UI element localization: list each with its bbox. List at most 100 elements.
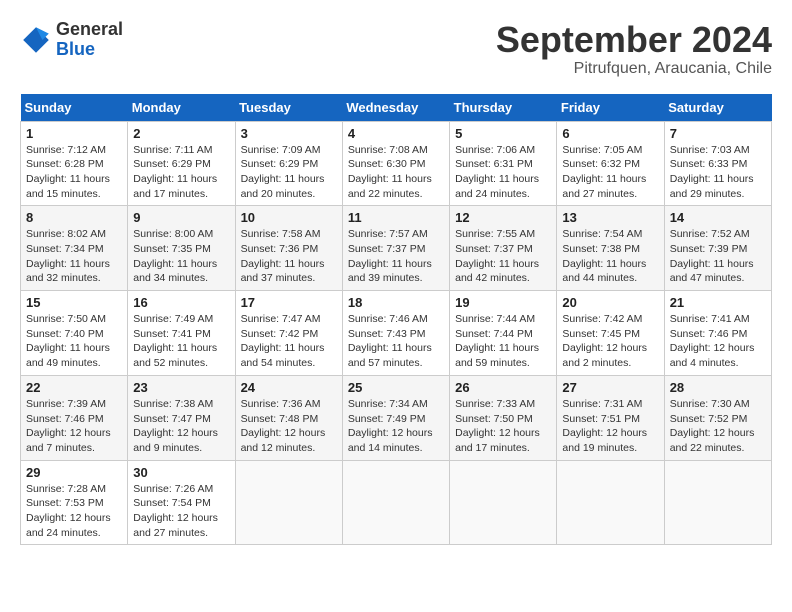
day-info: Sunrise: 7:31 AM Sunset: 7:51 PM Dayligh…	[562, 397, 658, 456]
day-info: Sunrise: 7:38 AM Sunset: 7:47 PM Dayligh…	[133, 397, 229, 456]
title-block: September 2024 Pitrufquen, Araucania, Ch…	[496, 20, 772, 78]
calendar-cell: 26 Sunrise: 7:33 AM Sunset: 7:50 PM Dayl…	[450, 375, 557, 460]
day-info: Sunrise: 7:09 AM Sunset: 6:29 PM Dayligh…	[241, 143, 337, 202]
col-tuesday: Tuesday	[235, 94, 342, 122]
calendar-cell: 14 Sunrise: 7:52 AM Sunset: 7:39 PM Dayl…	[664, 206, 771, 291]
day-number: 30	[133, 465, 229, 480]
day-info: Sunrise: 7:41 AM Sunset: 7:46 PM Dayligh…	[670, 312, 766, 371]
calendar-cell: 19 Sunrise: 7:44 AM Sunset: 7:44 PM Dayl…	[450, 291, 557, 376]
day-number: 27	[562, 380, 658, 395]
day-number: 16	[133, 295, 229, 310]
day-number: 7	[670, 126, 766, 141]
day-info: Sunrise: 7:58 AM Sunset: 7:36 PM Dayligh…	[241, 227, 337, 286]
day-number: 26	[455, 380, 551, 395]
calendar-cell: 10 Sunrise: 7:58 AM Sunset: 7:36 PM Dayl…	[235, 206, 342, 291]
day-number: 14	[670, 210, 766, 225]
calendar-cell: 20 Sunrise: 7:42 AM Sunset: 7:45 PM Dayl…	[557, 291, 664, 376]
day-info: Sunrise: 7:11 AM Sunset: 6:29 PM Dayligh…	[133, 143, 229, 202]
col-wednesday: Wednesday	[342, 94, 449, 122]
calendar-cell: 16 Sunrise: 7:49 AM Sunset: 7:41 PM Dayl…	[128, 291, 235, 376]
day-info: Sunrise: 8:00 AM Sunset: 7:35 PM Dayligh…	[133, 227, 229, 286]
logo-icon	[20, 24, 52, 56]
calendar-row: 1 Sunrise: 7:12 AM Sunset: 6:28 PM Dayli…	[21, 121, 772, 206]
calendar-cell: 18 Sunrise: 7:46 AM Sunset: 7:43 PM Dayl…	[342, 291, 449, 376]
day-info: Sunrise: 7:55 AM Sunset: 7:37 PM Dayligh…	[455, 227, 551, 286]
day-number: 8	[26, 210, 122, 225]
calendar-cell: 8 Sunrise: 8:02 AM Sunset: 7:34 PM Dayli…	[21, 206, 128, 291]
day-info: Sunrise: 7:49 AM Sunset: 7:41 PM Dayligh…	[133, 312, 229, 371]
day-info: Sunrise: 7:52 AM Sunset: 7:39 PM Dayligh…	[670, 227, 766, 286]
calendar-cell: 15 Sunrise: 7:50 AM Sunset: 7:40 PM Dayl…	[21, 291, 128, 376]
day-number: 9	[133, 210, 229, 225]
day-info: Sunrise: 7:46 AM Sunset: 7:43 PM Dayligh…	[348, 312, 444, 371]
day-info: Sunrise: 7:39 AM Sunset: 7:46 PM Dayligh…	[26, 397, 122, 456]
day-number: 4	[348, 126, 444, 141]
day-number: 19	[455, 295, 551, 310]
day-number: 6	[562, 126, 658, 141]
day-number: 28	[670, 380, 766, 395]
page-header: General Blue September 2024 Pitrufquen, …	[20, 20, 772, 78]
day-number: 24	[241, 380, 337, 395]
day-info: Sunrise: 7:34 AM Sunset: 7:49 PM Dayligh…	[348, 397, 444, 456]
day-info: Sunrise: 7:57 AM Sunset: 7:37 PM Dayligh…	[348, 227, 444, 286]
logo-text: General Blue	[56, 20, 123, 60]
calendar-cell: 2 Sunrise: 7:11 AM Sunset: 6:29 PM Dayli…	[128, 121, 235, 206]
col-monday: Monday	[128, 94, 235, 122]
calendar-cell: 27 Sunrise: 7:31 AM Sunset: 7:51 PM Dayl…	[557, 375, 664, 460]
day-info: Sunrise: 7:36 AM Sunset: 7:48 PM Dayligh…	[241, 397, 337, 456]
day-info: Sunrise: 7:05 AM Sunset: 6:32 PM Dayligh…	[562, 143, 658, 202]
day-number: 18	[348, 295, 444, 310]
day-number: 12	[455, 210, 551, 225]
calendar-table: Sunday Monday Tuesday Wednesday Thursday…	[20, 94, 772, 546]
day-info: Sunrise: 7:42 AM Sunset: 7:45 PM Dayligh…	[562, 312, 658, 371]
calendar-cell: 1 Sunrise: 7:12 AM Sunset: 6:28 PM Dayli…	[21, 121, 128, 206]
day-number: 15	[26, 295, 122, 310]
day-number: 25	[348, 380, 444, 395]
calendar-row: 8 Sunrise: 8:02 AM Sunset: 7:34 PM Dayli…	[21, 206, 772, 291]
day-number: 23	[133, 380, 229, 395]
calendar-cell: 30 Sunrise: 7:26 AM Sunset: 7:54 PM Dayl…	[128, 460, 235, 545]
day-info: Sunrise: 7:26 AM Sunset: 7:54 PM Dayligh…	[133, 482, 229, 541]
day-number: 21	[670, 295, 766, 310]
calendar-row: 15 Sunrise: 7:50 AM Sunset: 7:40 PM Dayl…	[21, 291, 772, 376]
day-info: Sunrise: 7:28 AM Sunset: 7:53 PM Dayligh…	[26, 482, 122, 541]
logo-blue-text: Blue	[56, 39, 95, 59]
day-number: 2	[133, 126, 229, 141]
calendar-cell: 7 Sunrise: 7:03 AM Sunset: 6:33 PM Dayli…	[664, 121, 771, 206]
calendar-cell: 6 Sunrise: 7:05 AM Sunset: 6:32 PM Dayli…	[557, 121, 664, 206]
day-info: Sunrise: 7:30 AM Sunset: 7:52 PM Dayligh…	[670, 397, 766, 456]
col-thursday: Thursday	[450, 94, 557, 122]
calendar-cell: 28 Sunrise: 7:30 AM Sunset: 7:52 PM Dayl…	[664, 375, 771, 460]
calendar-cell	[342, 460, 449, 545]
day-number: 22	[26, 380, 122, 395]
calendar-cell	[450, 460, 557, 545]
logo: General Blue	[20, 20, 123, 60]
calendar-header-row: Sunday Monday Tuesday Wednesday Thursday…	[21, 94, 772, 122]
location-text: Pitrufquen, Araucania, Chile	[496, 60, 772, 78]
logo-general-text: General	[56, 19, 123, 39]
calendar-cell: 3 Sunrise: 7:09 AM Sunset: 6:29 PM Dayli…	[235, 121, 342, 206]
calendar-cell: 5 Sunrise: 7:06 AM Sunset: 6:31 PM Dayli…	[450, 121, 557, 206]
day-number: 13	[562, 210, 658, 225]
calendar-row: 29 Sunrise: 7:28 AM Sunset: 7:53 PM Dayl…	[21, 460, 772, 545]
calendar-cell	[235, 460, 342, 545]
day-info: Sunrise: 7:54 AM Sunset: 7:38 PM Dayligh…	[562, 227, 658, 286]
day-info: Sunrise: 7:06 AM Sunset: 6:31 PM Dayligh…	[455, 143, 551, 202]
page-container: General Blue September 2024 Pitrufquen, …	[20, 20, 772, 545]
day-info: Sunrise: 7:33 AM Sunset: 7:50 PM Dayligh…	[455, 397, 551, 456]
calendar-cell	[664, 460, 771, 545]
day-number: 29	[26, 465, 122, 480]
calendar-row: 22 Sunrise: 7:39 AM Sunset: 7:46 PM Dayl…	[21, 375, 772, 460]
day-info: Sunrise: 7:50 AM Sunset: 7:40 PM Dayligh…	[26, 312, 122, 371]
day-number: 5	[455, 126, 551, 141]
day-info: Sunrise: 7:47 AM Sunset: 7:42 PM Dayligh…	[241, 312, 337, 371]
day-number: 20	[562, 295, 658, 310]
calendar-cell: 21 Sunrise: 7:41 AM Sunset: 7:46 PM Dayl…	[664, 291, 771, 376]
calendar-cell: 17 Sunrise: 7:47 AM Sunset: 7:42 PM Dayl…	[235, 291, 342, 376]
day-info: Sunrise: 7:12 AM Sunset: 6:28 PM Dayligh…	[26, 143, 122, 202]
col-friday: Friday	[557, 94, 664, 122]
col-saturday: Saturday	[664, 94, 771, 122]
calendar-cell: 25 Sunrise: 7:34 AM Sunset: 7:49 PM Dayl…	[342, 375, 449, 460]
calendar-cell: 13 Sunrise: 7:54 AM Sunset: 7:38 PM Dayl…	[557, 206, 664, 291]
day-info: Sunrise: 7:08 AM Sunset: 6:30 PM Dayligh…	[348, 143, 444, 202]
